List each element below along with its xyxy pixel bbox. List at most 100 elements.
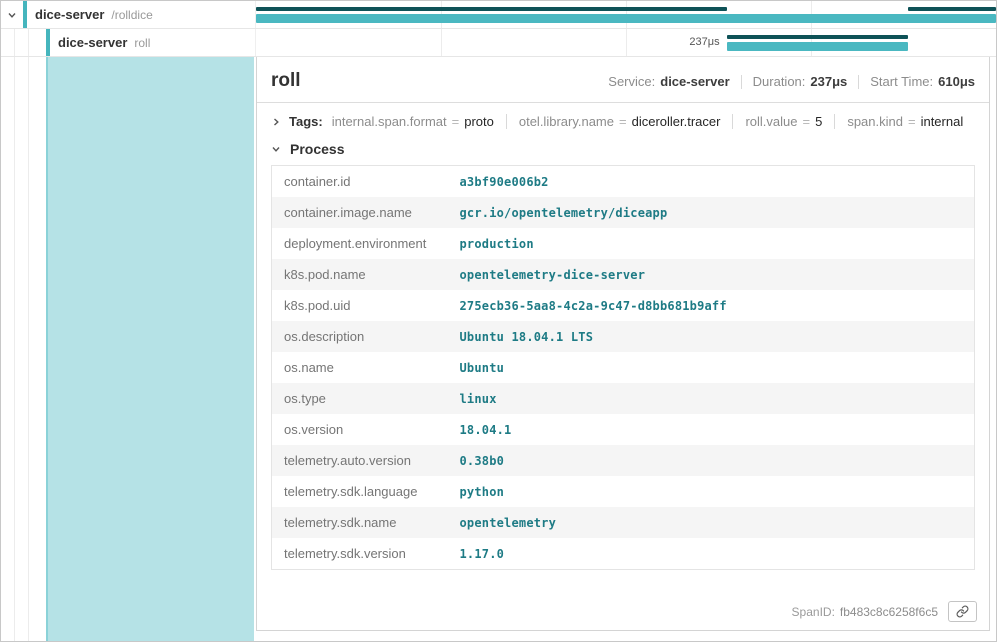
span-service-name: dice-server [35,7,104,22]
link-icon [956,605,969,618]
process-value: opentelemetry [448,507,975,538]
span-row-parent[interactable]: dice-server /rolldice [1,1,996,29]
indent-guide-line [28,57,29,641]
process-key: telemetry.sdk.name [272,507,448,538]
critical-path-parent-1 [256,7,727,11]
table-row: telemetry.sdk.version 1.17.0 [272,538,975,570]
table-row: telemetry.sdk.name opentelemetry [272,507,975,538]
table-row: container.image.name gcr.io/opentelemetr… [272,197,975,228]
detail-gutter [1,57,256,641]
process-value: production [448,228,975,259]
tag-value: 5 [815,114,822,129]
table-row: os.type linux [272,383,975,414]
process-value: linux [448,383,975,414]
table-row: os.name Ubuntu [272,352,975,383]
span-timeline-parent[interactable] [256,1,996,28]
table-row: os.description Ubuntu 18.04.1 LTS [272,321,975,352]
tag-equals: = [619,114,627,129]
process-key: k8s.pod.uid [272,290,448,321]
process-key: os.description [272,321,448,352]
collapse-chevron-button[interactable] [1,10,23,20]
spanid-label: SpanID: [792,605,835,619]
process-key: deployment.environment [272,228,448,259]
tag-key: roll.value [745,114,797,129]
process-value: Ubuntu [448,352,975,383]
span-color-bar [46,29,50,56]
span-color-bar [23,1,27,28]
tags-label: Tags: [289,114,323,129]
tag-key: internal.span.format [332,114,447,129]
tag-item: roll.value = 5 [745,114,822,129]
span-service-name: dice-server [58,35,127,50]
process-value: 275ecb36-5aa8-4c2a-9c47-d8bb681b9aff [448,290,975,321]
tag-item: internal.span.format = proto [332,114,494,129]
indent-guides [1,29,46,56]
process-key: telemetry.sdk.version [272,538,448,570]
span-title: roll [271,70,301,92]
tag-value: internal [921,114,964,129]
start-time-label: Start Time: [870,74,933,89]
process-label: Process [290,141,344,157]
indent-guide-line [28,29,29,56]
table-row: k8s.pod.name opentelemetry-dice-server [272,259,975,290]
child-span-bar[interactable] [727,42,908,51]
meta-separator [858,75,859,89]
table-row: telemetry.sdk.language python [272,476,975,507]
process-value: 1.17.0 [448,538,975,570]
meta-separator [741,75,742,89]
indent-guide-line [14,57,15,641]
span-detail-footer: SpanID: fb483c8c6258f6c5 [792,601,977,622]
spanid-value: fb483c8c6258f6c5 [840,605,938,619]
process-key: telemetry.auto.version [272,445,448,476]
process-value: 18.04.1 [448,414,975,445]
process-key: os.type [272,383,448,414]
service-value: dice-server [660,74,729,89]
process-value: python [448,476,975,507]
indent-guide-line [14,29,15,56]
tag-value: proto [464,114,494,129]
process-key: telemetry.sdk.language [272,476,448,507]
tag-item: span.kind = internal [847,114,963,129]
table-row: telemetry.auto.version 0.38b0 [272,445,975,476]
tag-value: diceroller.tracer [632,114,721,129]
tags-accordion-toggle[interactable]: Tags: internal.span.format = proto otel.… [257,103,989,139]
tag-separator [834,114,835,129]
jaeger-trace-view: dice-server /rolldice dice-server roll [0,0,997,642]
duration-value: 237μs [810,74,847,89]
process-value: Ubuntu 18.04.1 LTS [448,321,975,352]
span-row-child[interactable]: dice-server roll 237μs [1,29,996,57]
deep-link-button[interactable] [948,601,977,622]
span-name-cell-child[interactable]: dice-server roll [1,29,256,56]
process-value: 0.38b0 [448,445,975,476]
process-value: opentelemetry-dice-server [448,259,975,290]
process-kv-table: container.id a3bf90e006b2 container.imag… [271,165,975,570]
tag-equals: = [803,114,811,129]
process-accordion-toggle[interactable]: Process [257,139,989,165]
parent-span-bar[interactable] [256,14,996,23]
table-row: os.version 18.04.1 [272,414,975,445]
span-timeline-child[interactable]: 237μs [256,29,996,56]
span-duration-label: 237μs [689,36,726,48]
process-value: a3bf90e006b2 [448,166,975,198]
span-detail-header: roll Service: dice-server Duration: 237μ… [257,57,989,103]
selected-span-band[interactable] [46,57,254,641]
span-detail-panel: roll Service: dice-server Duration: 237μ… [256,57,990,631]
process-key: container.id [272,166,448,198]
tag-separator [506,114,507,129]
tag-key: span.kind [847,114,903,129]
service-label: Service: [608,74,655,89]
critical-path-parent-2 [908,7,996,11]
tag-item: otel.library.name = diceroller.tracer [519,114,721,129]
table-row: container.id a3bf90e006b2 [272,166,975,198]
table-row: deployment.environment production [272,228,975,259]
table-row: k8s.pod.uid 275ecb36-5aa8-4c2a-9c47-d8bb… [272,290,975,321]
span-name-cell-parent[interactable]: dice-server /rolldice [1,1,256,28]
tag-equals: = [908,114,916,129]
chevron-down-icon [271,144,281,154]
span-meta: Service: dice-server Duration: 237μs Sta… [608,74,975,89]
process-key: os.name [272,352,448,383]
span-detail-row: roll Service: dice-server Duration: 237μ… [1,57,996,641]
process-key: container.image.name [272,197,448,228]
duration-label: Duration: [753,74,806,89]
process-key: k8s.pod.name [272,259,448,290]
